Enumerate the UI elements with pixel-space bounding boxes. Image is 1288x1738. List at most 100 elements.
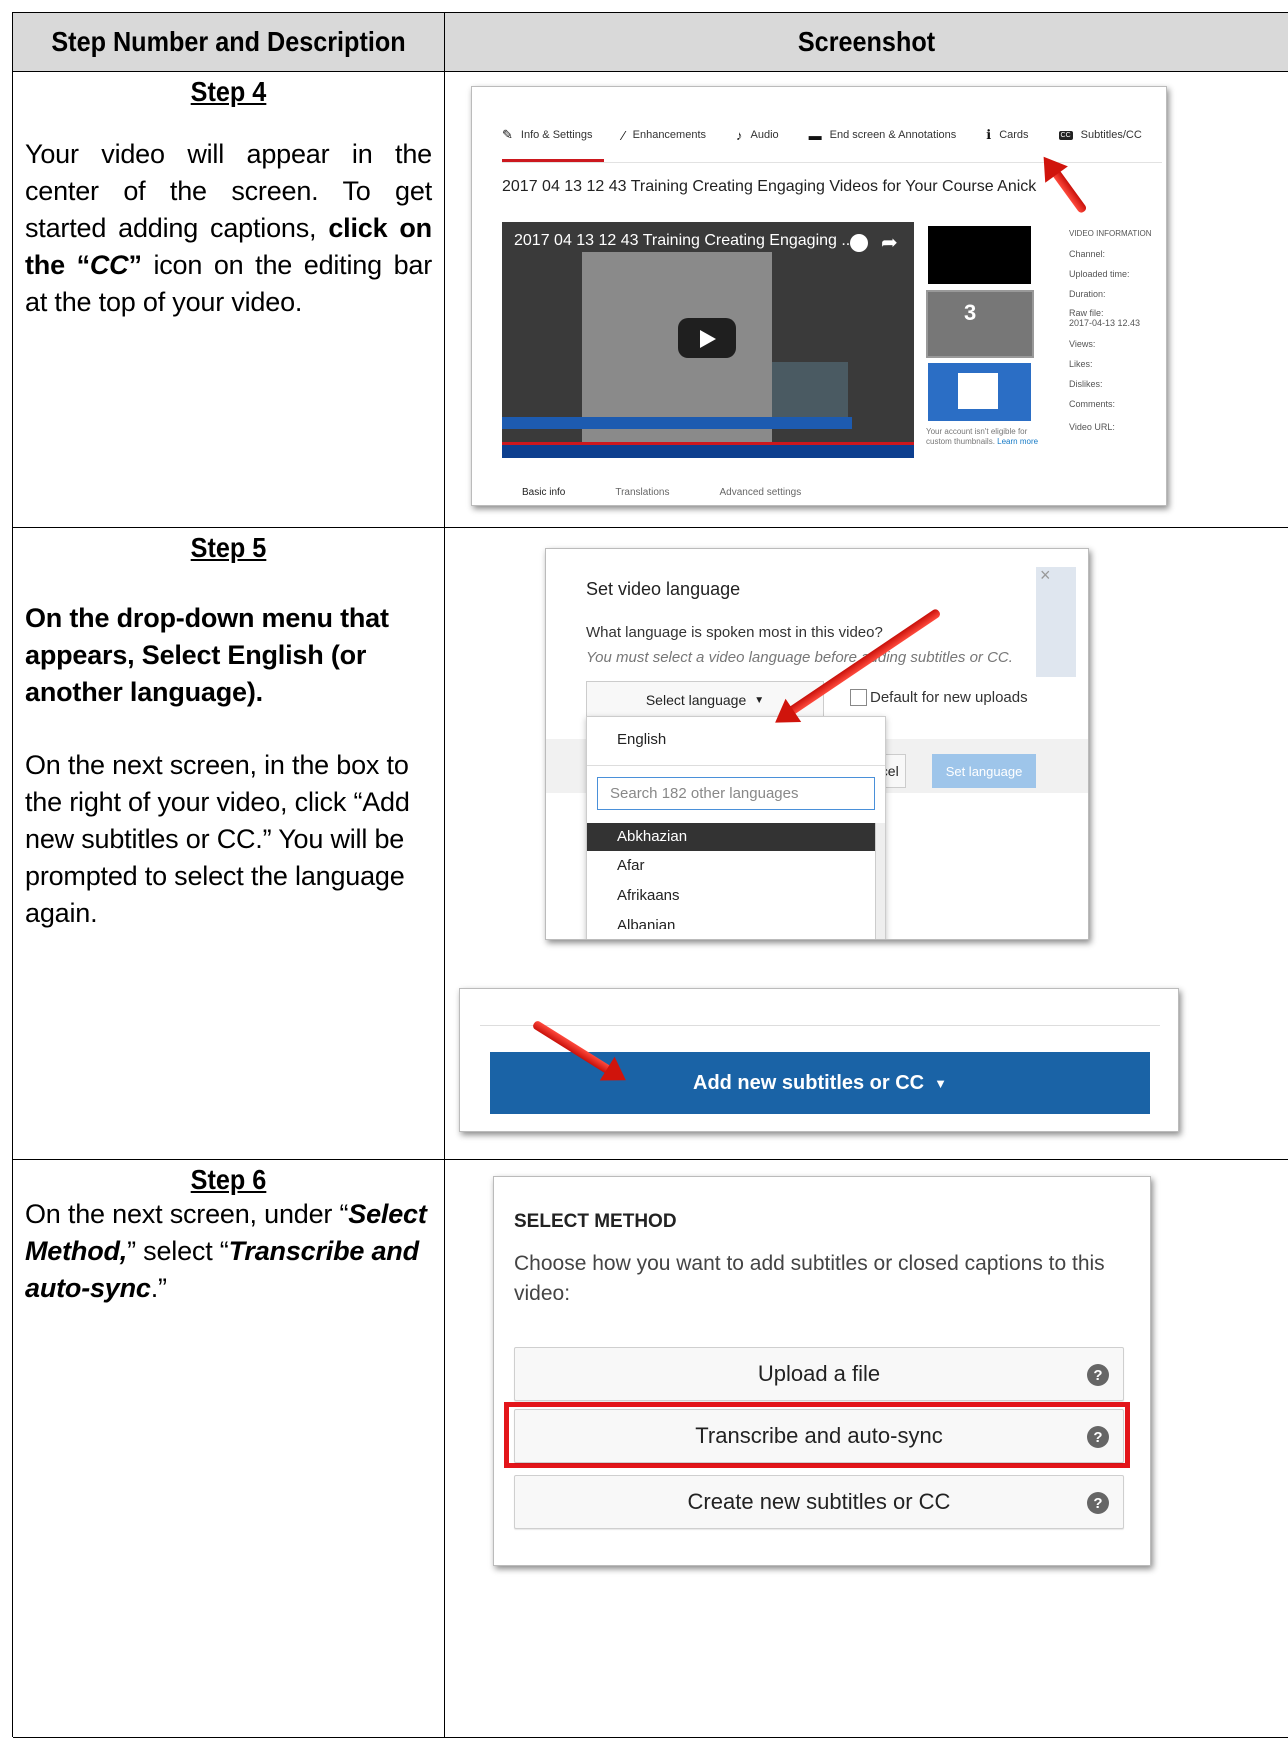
info-likes: Likes: bbox=[1069, 359, 1093, 369]
tab-subtitles-cc[interactable]: CC Subtitles/CC bbox=[1058, 127, 1142, 143]
cc-icon: CC bbox=[1058, 130, 1073, 140]
add-subtitles-label: Add new subtitles or CC bbox=[693, 1071, 925, 1094]
thumbnail-1[interactable] bbox=[928, 226, 1031, 284]
instruction-table: Step Number and Description Screenshot S… bbox=[12, 12, 1288, 1738]
tab-info-settings[interactable]: ✎ Info & Settings bbox=[502, 127, 592, 143]
help-icon[interactable]: ? bbox=[1087, 1492, 1109, 1514]
language-dialog-screenshot: × Set video language What language is sp… bbox=[545, 548, 1089, 940]
dialog-question: What language is spoken most in this vid… bbox=[586, 624, 883, 641]
dialog-title: Set video language bbox=[586, 579, 741, 599]
step5-screenshot-cell: × Set video language What language is sp… bbox=[445, 528, 1288, 1160]
editor-tab-bar: ✎ Info & Settings ⁄ Enhancements ♪ Audio ▬ E… bbox=[502, 127, 1166, 143]
play-button[interactable] bbox=[678, 318, 736, 358]
language-option[interactable]: Afrikaans bbox=[617, 887, 680, 904]
step4-text: Your video will appear in the center of … bbox=[13, 136, 444, 321]
bottom-tab-bar: Basic info Translations Advanced setting… bbox=[522, 487, 801, 498]
select-method-heading: SELECT METHOD bbox=[514, 1211, 677, 1232]
thumbnail-number: 3 bbox=[964, 300, 977, 325]
share-icon[interactable]: ➦ bbox=[881, 230, 898, 255]
video-frame-taskbar bbox=[502, 417, 852, 429]
create-subtitles-button[interactable]: Create new subtitles or CC? bbox=[514, 1475, 1124, 1529]
help-icon[interactable]: ? bbox=[1087, 1426, 1109, 1448]
tab-translations[interactable]: Translations bbox=[615, 487, 669, 498]
video-information-panel: VIDEO INFORMATION Channel: Uploaded time… bbox=[1069, 224, 1152, 437]
step4-cc-emphasis: CC bbox=[89, 250, 129, 280]
step5-bold-text: On the drop-down menu that appears, Sele… bbox=[25, 603, 389, 707]
tab-cards[interactable]: ℹ Cards bbox=[986, 127, 1028, 143]
set-language-button[interactable]: Set language bbox=[932, 754, 1036, 788]
play-icon bbox=[700, 330, 716, 348]
red-arrow-to-cc bbox=[1050, 168, 1088, 215]
dropdown-option-english[interactable]: English bbox=[617, 731, 666, 748]
tab-label: Subtitles/CC bbox=[1080, 129, 1142, 141]
thumbnail-3[interactable] bbox=[928, 363, 1031, 421]
dropdown-scrollbar[interactable] bbox=[875, 823, 885, 939]
transcribe-auto-sync-button[interactable]: Transcribe and auto-sync? bbox=[514, 1409, 1124, 1463]
step4-description-cell: Step 4 Your video will appear in the cen… bbox=[13, 72, 445, 528]
progress-bar[interactable] bbox=[502, 442, 914, 445]
thumbnail-note: Your account isn't eligible for custom t… bbox=[926, 427, 1042, 447]
upload-file-label: Upload a file bbox=[757, 1361, 881, 1386]
tab-label: Enhancements bbox=[632, 129, 707, 141]
info-video-url: Video URL: bbox=[1069, 422, 1115, 432]
magic-wand-icon: ⁄ bbox=[622, 127, 625, 143]
step6-text-a: On the next screen, under “ bbox=[25, 1199, 349, 1229]
create-subtitles-label: Create new subtitles or CC bbox=[687, 1489, 951, 1514]
video-taskbar bbox=[502, 444, 914, 458]
video-frame-webcam bbox=[772, 362, 848, 420]
tab-basic-info[interactable]: Basic info bbox=[522, 487, 565, 498]
language-option-cut-off[interactable]: Albanian bbox=[617, 917, 675, 929]
language-search-input[interactable]: Search 182 other languages bbox=[597, 777, 875, 810]
default-uploads-label: Default for new uploads bbox=[870, 689, 1028, 706]
info-views: Views: bbox=[1069, 339, 1096, 349]
header-screenshot: Screenshot bbox=[487, 13, 1246, 71]
upload-file-button[interactable]: Upload a file? bbox=[514, 1347, 1124, 1401]
divider bbox=[480, 1025, 1160, 1026]
player-title: 2017 04 13 12 43 Training Creating Engag… bbox=[514, 232, 855, 249]
video-player[interactable]: 2017 04 13 12 43 Training Creating Engag… bbox=[502, 222, 914, 458]
language-option[interactable]: Afar bbox=[617, 857, 645, 874]
step6-text-c: .” bbox=[150, 1273, 167, 1303]
thumbnail-2-selected[interactable]: 3 bbox=[926, 290, 1034, 358]
step4-title: Step 4 bbox=[190, 76, 267, 107]
end-screen-icon: ▬ bbox=[808, 127, 822, 143]
step4-screenshot-cell: ✎ Info & Settings ⁄ Enhancements ♪ Audio ▬ E… bbox=[445, 72, 1288, 528]
tab-audio[interactable]: ♪ Audio bbox=[736, 127, 779, 143]
add-subtitles-screenshot: Add new subtitles or CC ▼ bbox=[459, 988, 1179, 1132]
select-method-description: Choose how you want to add subtitles or … bbox=[514, 1252, 1105, 1305]
thumbnail-3-window bbox=[958, 373, 998, 409]
header-step-description: Step Number and Description bbox=[34, 13, 423, 71]
info-icon: ℹ bbox=[986, 127, 992, 142]
header-step-cell: Step Number and Description bbox=[13, 13, 445, 72]
close-icon[interactable]: × bbox=[1040, 565, 1051, 586]
step6-description-cell: Step 6 On the next screen, under “Select… bbox=[13, 1160, 445, 1738]
help-icon[interactable]: ? bbox=[1087, 1364, 1109, 1386]
tab-label: Audio bbox=[750, 129, 779, 141]
tab-end-screen[interactable]: ▬ End screen & Annotations bbox=[809, 127, 957, 143]
video-title: 2017 04 13 12 43 Training Creating Engag… bbox=[502, 178, 1037, 195]
music-note-icon: ♪ bbox=[736, 127, 743, 143]
language-dropdown: English Search 182 other languages Abkha… bbox=[586, 716, 886, 939]
chevron-down-icon: ▼ bbox=[934, 1075, 947, 1091]
tab-enhancements[interactable]: ⁄ Enhancements bbox=[622, 127, 706, 143]
info-raw-file: Raw file: bbox=[1069, 308, 1104, 318]
step6-text-b: ” select “ bbox=[127, 1236, 229, 1266]
chevron-down-icon: ▼ bbox=[754, 694, 765, 706]
select-language-label: Select language bbox=[645, 692, 747, 708]
info-uploaded: Uploaded time: bbox=[1069, 269, 1130, 279]
step5-description-cell: Step 5 On the drop-down menu that appear… bbox=[13, 528, 445, 1160]
pencil-icon: ✎ bbox=[502, 127, 513, 142]
watch-later-icon[interactable] bbox=[850, 234, 868, 252]
language-option-highlighted[interactable]: Abkhazian bbox=[587, 823, 875, 851]
header-screenshot-cell: Screenshot bbox=[445, 13, 1288, 72]
tab-advanced-settings[interactable]: Advanced settings bbox=[719, 487, 801, 498]
default-uploads-checkbox[interactable] bbox=[850, 689, 867, 706]
learn-more-link[interactable]: Learn more bbox=[997, 437, 1038, 446]
info-dislikes: Dislikes: bbox=[1069, 379, 1103, 389]
step6-title: Step 6 bbox=[190, 1164, 267, 1195]
step4-bold-close: ” bbox=[128, 250, 142, 280]
youtube-editor-screenshot: ✎ Info & Settings ⁄ Enhancements ♪ Audio ▬ E… bbox=[471, 86, 1167, 506]
step6-screenshot-cell: SELECT METHOD Choose how you want to add… bbox=[445, 1160, 1288, 1738]
step6-text: On the next screen, under “Select Method… bbox=[13, 1196, 444, 1307]
transcribe-label: Transcribe and auto-sync bbox=[695, 1423, 943, 1448]
